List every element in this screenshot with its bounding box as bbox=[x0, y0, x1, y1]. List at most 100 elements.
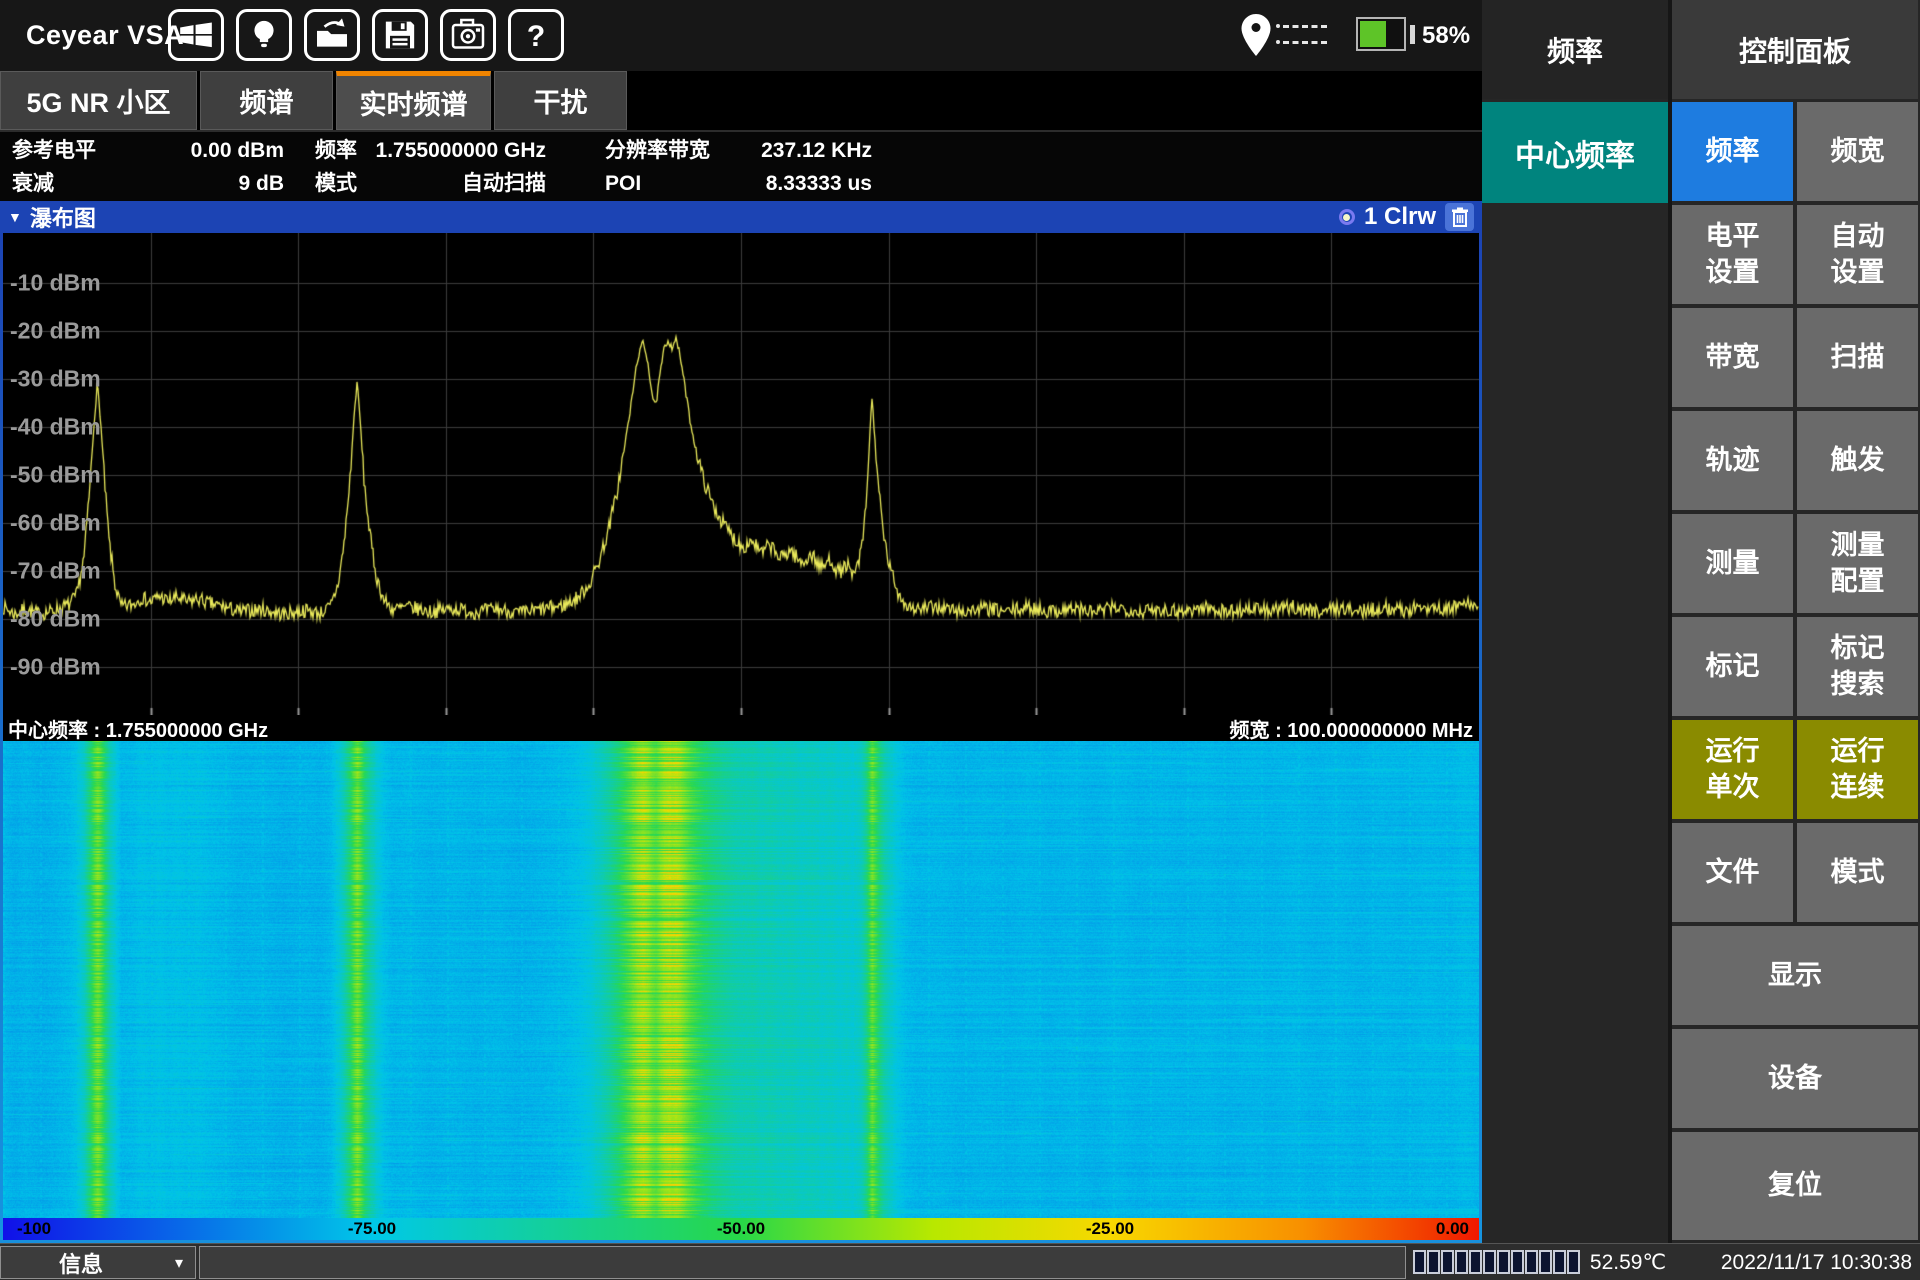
attenuation-value[interactable]: 9 dB bbox=[100, 167, 284, 201]
y-axis-tick: -10 dBm bbox=[10, 270, 101, 297]
trash-icon[interactable] bbox=[1445, 203, 1474, 231]
progress-segment bbox=[1441, 1250, 1454, 1274]
panel-button-18[interactable]: 复位 bbox=[1672, 1132, 1918, 1240]
progress-segment bbox=[1511, 1250, 1524, 1274]
gps-status-dashes bbox=[1283, 25, 1327, 28]
temperature-readout: 52.59℃ bbox=[1578, 1244, 1678, 1280]
tab-0[interactable]: 5G NR 小区 bbox=[0, 71, 197, 130]
y-axis-tick: -20 dBm bbox=[10, 318, 101, 345]
panel-button-13[interactable]: 运行 连续 bbox=[1797, 720, 1918, 819]
y-axis-tick: -40 dBm bbox=[10, 414, 101, 441]
bulb-button[interactable] bbox=[236, 9, 292, 61]
gps-status-dot bbox=[1276, 24, 1280, 28]
progress-segment bbox=[1455, 1250, 1468, 1274]
frequency-value[interactable]: 1.755000000 GHz bbox=[346, 134, 546, 168]
battery-nub bbox=[1410, 25, 1415, 44]
y-axis-tick: -50 dBm bbox=[10, 462, 101, 489]
screenshot-button[interactable] bbox=[440, 9, 496, 61]
panel-button-16[interactable]: 显示 bbox=[1672, 926, 1918, 1025]
location-pin-icon bbox=[1240, 13, 1272, 57]
panel-button-4[interactable]: 带宽 bbox=[1672, 308, 1793, 407]
help-icon: ? bbox=[516, 15, 556, 55]
chevron-down-icon: ▾ bbox=[175, 1253, 183, 1273]
y-axis-tick: -80 dBm bbox=[10, 606, 101, 633]
windows-icon bbox=[176, 15, 216, 55]
battery-fill bbox=[1360, 21, 1386, 47]
progress-segment bbox=[1525, 1250, 1538, 1274]
amplitude-colorbar: -100-75.00-50.00-25.000.00 bbox=[3, 1218, 1479, 1240]
help-button[interactable]: ? bbox=[508, 9, 564, 61]
ref-level-value[interactable]: 0.00 dBm bbox=[100, 134, 284, 168]
screenshot-icon bbox=[448, 15, 488, 55]
panel-button-6[interactable]: 轨迹 bbox=[1672, 411, 1793, 510]
poi-label: POI bbox=[605, 167, 641, 201]
y-axis-tick: -90 dBm bbox=[10, 654, 101, 681]
gps-status-dashes bbox=[1283, 41, 1327, 44]
bulb-icon bbox=[244, 15, 284, 55]
panel-button-17[interactable]: 设备 bbox=[1672, 1029, 1918, 1128]
panel-button-0[interactable]: 频率 bbox=[1672, 102, 1793, 201]
center-frequency-button[interactable]: 中心频率 bbox=[1482, 102, 1668, 203]
y-axis-tick: -60 dBm bbox=[10, 510, 101, 537]
progress-segment bbox=[1553, 1250, 1566, 1274]
info-dropdown[interactable]: 信息 ▾ bbox=[0, 1246, 196, 1279]
progress-segment bbox=[1413, 1250, 1426, 1274]
progress-segment bbox=[1497, 1250, 1510, 1274]
progress-segment bbox=[1483, 1250, 1496, 1274]
tab-1[interactable]: 频谱 bbox=[200, 71, 333, 130]
panel-button-12[interactable]: 运行 单次 bbox=[1672, 720, 1793, 819]
colorbar-tick: 0.00 bbox=[1436, 1218, 1469, 1240]
colorbar-tick: -75.00 bbox=[348, 1218, 396, 1240]
menu-header: 频率 bbox=[1482, 0, 1668, 99]
open-icon bbox=[312, 15, 352, 55]
panel-button-14[interactable]: 文件 bbox=[1672, 823, 1793, 922]
y-axis-tick: -30 dBm bbox=[10, 366, 101, 393]
poi-value[interactable]: 8.33333 us bbox=[680, 167, 872, 201]
span-readout: 频宽 : 100.000000000 MHz bbox=[1230, 714, 1473, 743]
center-frequency-readout: 中心频率 : 1.755000000 GHz bbox=[8, 714, 268, 743]
y-axis-tick: -70 dBm bbox=[10, 558, 101, 585]
panel-button-2[interactable]: 电平 设置 bbox=[1672, 205, 1793, 304]
control-panel-header: 控制面板 bbox=[1672, 0, 1918, 99]
windows-button[interactable] bbox=[168, 9, 224, 61]
panel-button-1[interactable]: 频宽 bbox=[1797, 102, 1918, 201]
save-button[interactable] bbox=[372, 9, 428, 61]
battery-percent: 58% bbox=[1422, 0, 1470, 71]
colorbar-tick: -100 bbox=[17, 1218, 51, 1240]
panel-button-7[interactable]: 触发 bbox=[1797, 411, 1918, 510]
colorbar-tick: -50.00 bbox=[717, 1218, 765, 1240]
panel-button-5[interactable]: 扫描 bbox=[1797, 308, 1918, 407]
frequency-annotation-row: 中心频率 : 1.755000000 GHz 频宽 : 100.00000000… bbox=[3, 715, 1479, 741]
panel-button-9[interactable]: 测量 配置 bbox=[1797, 514, 1918, 613]
spectrogram[interactable] bbox=[3, 741, 1479, 1218]
status-bar: 信息 ▾ 52.59℃ 2022/11/17 10:30:38 bbox=[0, 1243, 1920, 1280]
mode-value[interactable]: 自动扫描 bbox=[346, 167, 546, 201]
panel-button-11[interactable]: 标记 搜索 bbox=[1797, 617, 1918, 716]
panel-button-8[interactable]: 测量 bbox=[1672, 514, 1793, 613]
trace-label[interactable]: 1 Clrw bbox=[1364, 203, 1436, 231]
collapse-icon[interactable]: ▼ bbox=[8, 209, 22, 225]
trace-controls: 1 Clrw bbox=[1339, 203, 1474, 231]
tab-3[interactable]: 干扰 bbox=[494, 71, 627, 130]
svg-text:?: ? bbox=[527, 20, 545, 53]
app-title: Ceyear VSA bbox=[26, 0, 184, 71]
attenuation-label: 衰减 bbox=[12, 167, 54, 201]
tab-2[interactable]: 实时频谱 bbox=[336, 71, 491, 130]
rbw-value[interactable]: 237.12 KHz bbox=[680, 134, 872, 168]
datetime-readout: 2022/11/17 10:30:38 bbox=[1721, 1244, 1912, 1280]
panel-button-3[interactable]: 自动 设置 bbox=[1797, 205, 1918, 304]
trace-radio-icon[interactable] bbox=[1339, 209, 1355, 225]
message-area bbox=[199, 1246, 1406, 1279]
battery-icon bbox=[1356, 17, 1406, 51]
info-dropdown-label: 信息 bbox=[59, 1247, 103, 1279]
panel-button-10[interactable]: 标记 bbox=[1672, 617, 1793, 716]
spectrum-plot[interactable] bbox=[3, 233, 1479, 715]
window-border-left bbox=[0, 233, 3, 1243]
tab-bar: 5G NR 小区频谱实时频谱干扰 X + bbox=[0, 71, 1482, 130]
vsa-screen: Ceyear VSA ? 58% 5G NR 小区频谱实时频谱干扰 X + 参考… bbox=[0, 0, 1920, 1280]
ref-level-label: 参考电平 bbox=[12, 134, 96, 168]
open-button[interactable] bbox=[304, 9, 360, 61]
panel-button-15[interactable]: 模式 bbox=[1797, 823, 1918, 922]
window-title: 瀑布图 bbox=[30, 201, 96, 233]
waterfall-window-titlebar[interactable]: ▼ 瀑布图 1 Clrw bbox=[0, 201, 1482, 233]
